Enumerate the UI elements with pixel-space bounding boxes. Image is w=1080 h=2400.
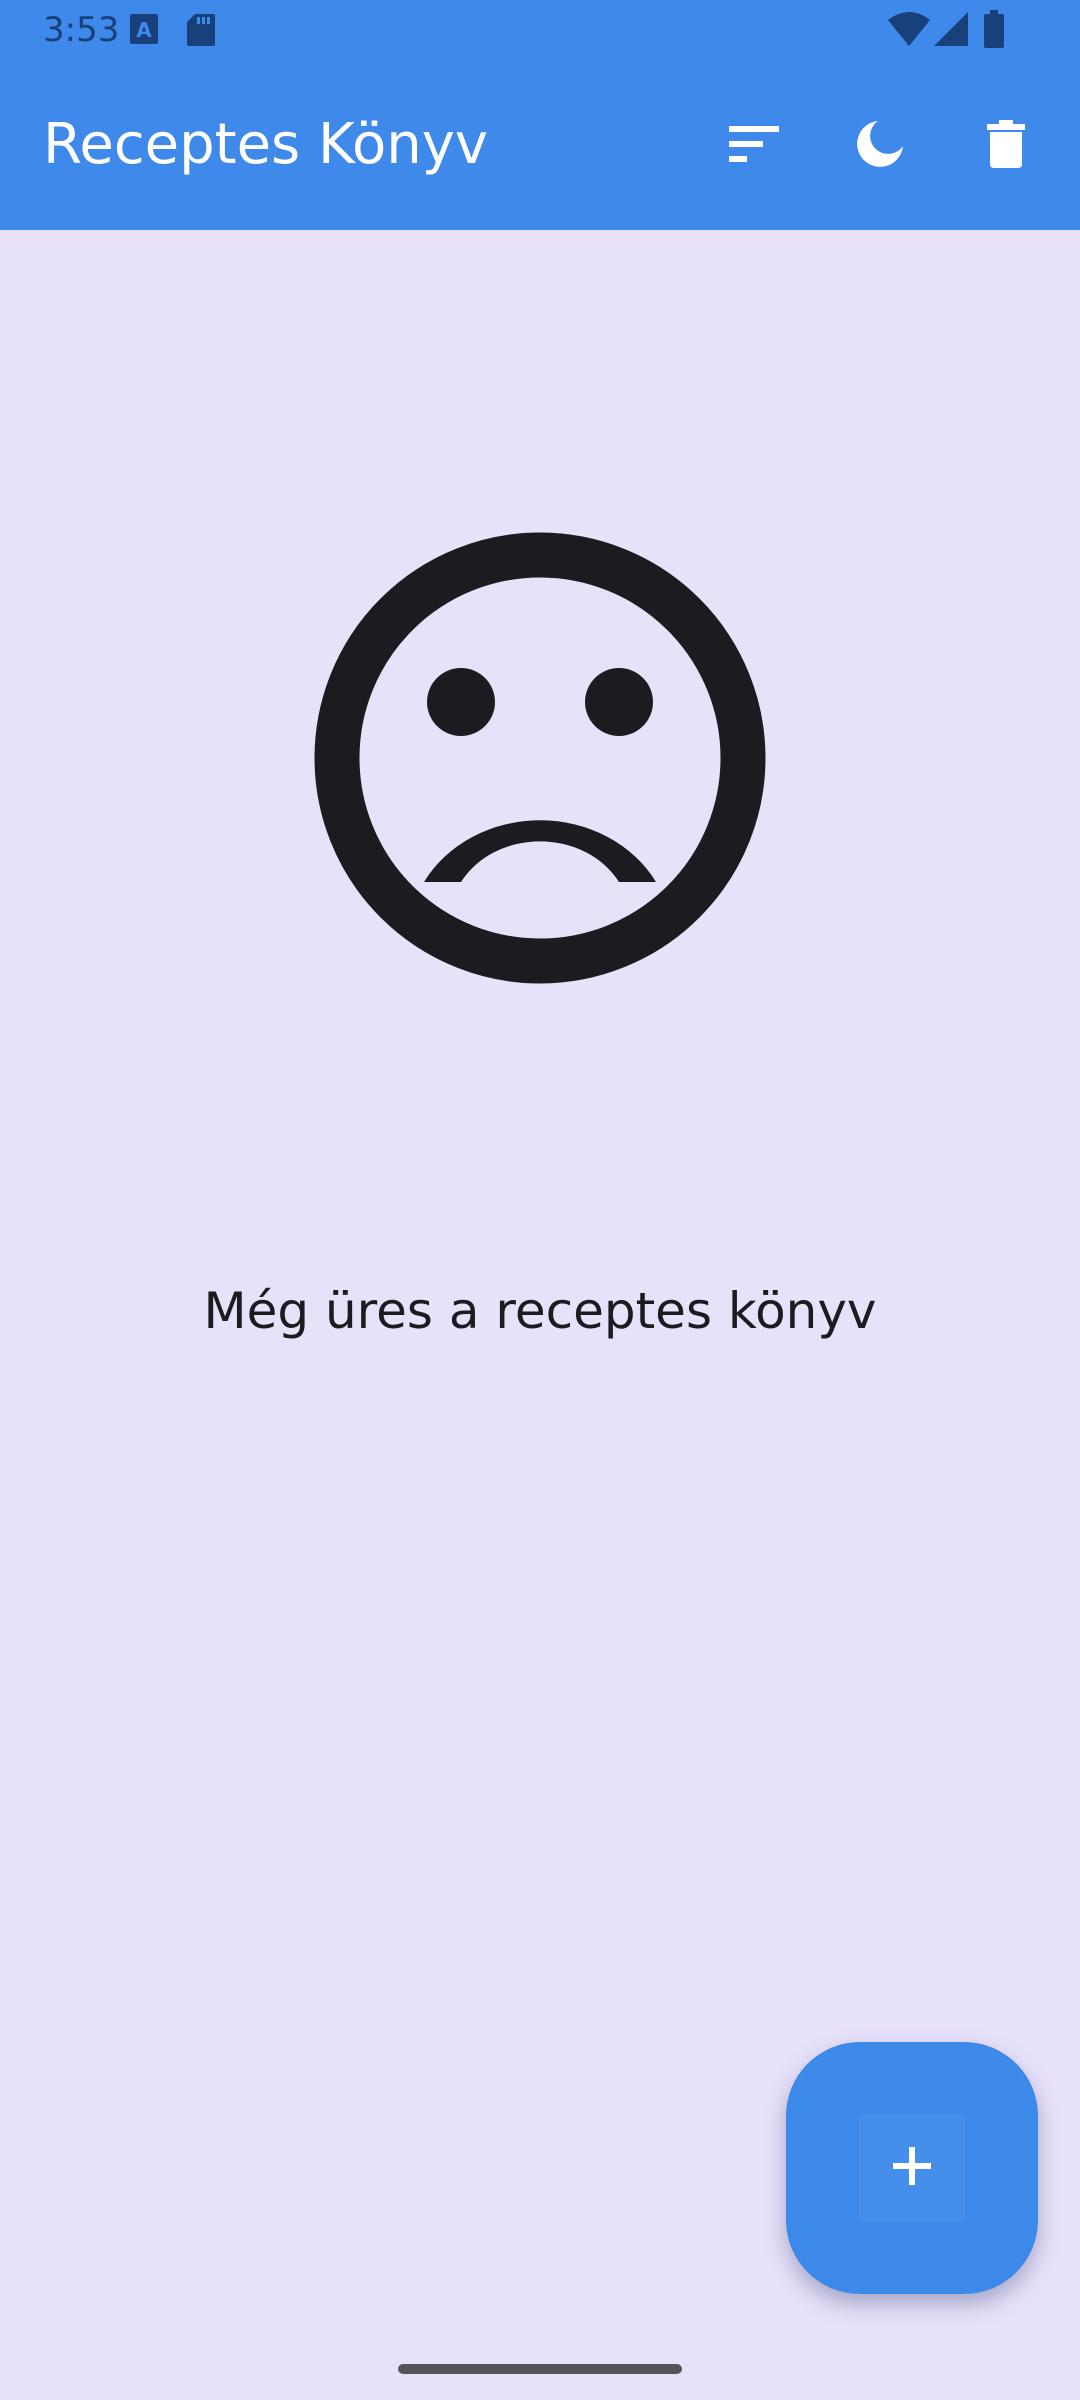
delete-icon xyxy=(987,119,1025,173)
sort-button[interactable] xyxy=(708,100,800,192)
fab-icon-container xyxy=(859,2115,965,2221)
sd-card-icon xyxy=(187,14,215,51)
sort-icon xyxy=(729,125,779,167)
add-recipe-button[interactable] xyxy=(786,2042,1038,2294)
app-bar: Receptes Könyv xyxy=(0,62,1080,230)
status-time: 3:53 xyxy=(43,10,120,50)
svg-text:A: A xyxy=(136,18,152,42)
battery-icon xyxy=(984,10,1004,53)
dark-mode-icon xyxy=(855,119,905,174)
wifi-icon xyxy=(888,12,930,51)
dark-mode-button[interactable] xyxy=(834,100,926,192)
empty-message: Még üres a receptes könyv xyxy=(203,1282,877,1340)
cell-signal-icon xyxy=(934,12,968,51)
status-bar: 3:53 A xyxy=(0,0,1080,62)
app-title: Receptes Könyv xyxy=(43,112,488,177)
plus-icon xyxy=(893,2146,931,2190)
sad-face-icon xyxy=(314,532,766,984)
navigation-handle[interactable] xyxy=(398,2364,682,2374)
delete-button[interactable] xyxy=(960,100,1052,192)
text-notification-icon: A xyxy=(130,14,158,49)
